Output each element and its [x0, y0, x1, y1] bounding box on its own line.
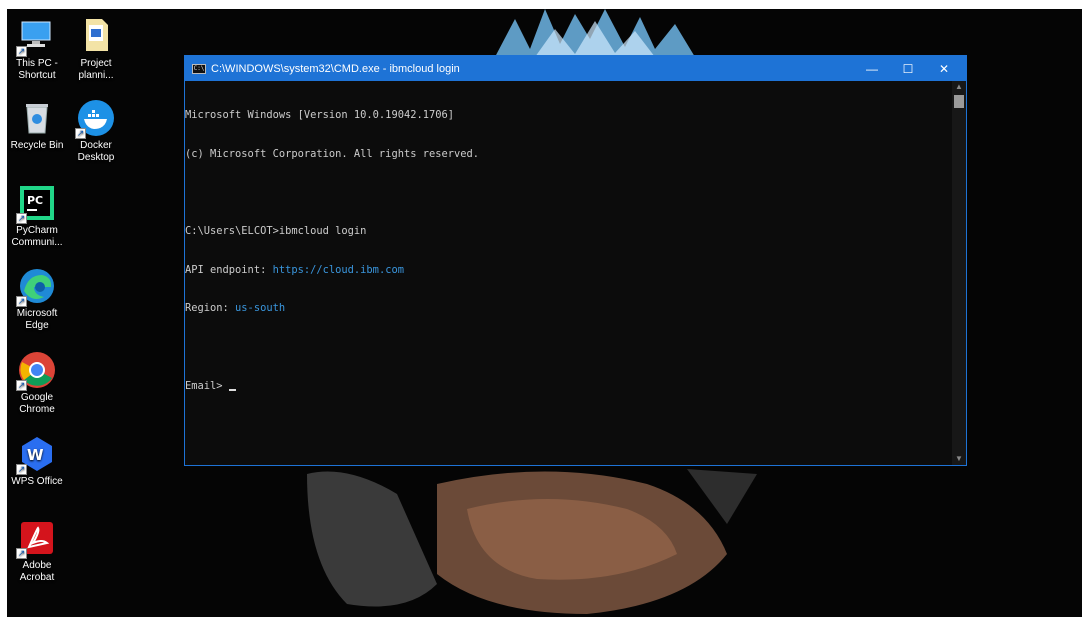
desktop-icon-pycharm[interactable]: PC ↗ PyCharm Communi...	[7, 184, 67, 249]
desktop-icon-label: Acrobat	[19, 572, 55, 583]
scroll-down-arrow-icon[interactable]: ▼	[952, 453, 966, 465]
desktop-icon-recycle-bin[interactable]: Recycle Bin	[7, 99, 67, 152]
cmd-window[interactable]: C:\ C:\WINDOWS\system32\CMD.exe - ibmclo…	[184, 55, 967, 466]
scrollbar-thumb[interactable]	[954, 95, 964, 108]
docker-icon: ↗	[75, 99, 115, 139]
desktop-icon-label: PyCharm	[16, 225, 58, 236]
document-icon	[77, 17, 115, 55]
vertical-scrollbar[interactable]: ▲ ▼	[952, 81, 966, 465]
window-titlebar[interactable]: C:\ C:\WINDOWS\system32\CMD.exe - ibmclo…	[185, 56, 966, 81]
api-endpoint-url: https://cloud.ibm.com	[272, 263, 404, 276]
desktop-icon-label: Adobe	[22, 560, 52, 571]
close-button[interactable]: ✕	[926, 56, 962, 81]
console-prompt-line[interactable]: Email>	[185, 380, 952, 393]
desktop-icon-label: planni...	[78, 70, 114, 81]
desktop-icon-label: Communi...	[11, 237, 63, 248]
console-line: C:\Users\ELCOT>ibmcloud login	[185, 224, 367, 237]
desktop-icon-label: This PC -	[16, 58, 58, 69]
edge-icon: ↗	[16, 267, 56, 307]
acrobat-icon: ↗	[16, 519, 56, 559]
desktop-icon-docker[interactable]: ↗ Docker Desktop	[66, 99, 126, 164]
console-line: API endpoint: https://cloud.ibm.com	[185, 263, 404, 276]
wallpaper-ice-art	[495, 9, 695, 57]
desktop-icon-label: Google	[20, 392, 54, 403]
desktop-icon-label: Recycle Bin	[10, 140, 64, 151]
console-line: (c) Microsoft Corporation. All rights re…	[185, 147, 480, 160]
desktop-icon-label: Docker	[80, 140, 112, 151]
pycharm-icon: PC ↗	[16, 184, 56, 224]
svg-text:W: W	[27, 446, 44, 464]
desktop-icon-label: Edge	[25, 320, 49, 331]
wallpaper-figure-art	[307, 469, 757, 614]
desktop-icon-wps-office[interactable]: W ↗ WPS Office	[7, 435, 67, 488]
console-line: Region: us-south	[185, 302, 286, 315]
chrome-icon: ↗	[16, 351, 56, 391]
desktop-icon-acrobat[interactable]: ↗ Adobe Acrobat	[7, 519, 67, 584]
console-output[interactable]: Microsoft Windows [Version 10.0.19042.17…	[185, 81, 952, 465]
monitor-icon: ↗	[16, 17, 56, 57]
cmd-app-icon: C:\	[192, 63, 206, 74]
desktop-icon-project-planning[interactable]: Project planni...	[66, 17, 126, 82]
desktop-icon-edge[interactable]: ↗ Microsoft Edge	[7, 267, 67, 332]
desktop-icon-label: Chrome	[19, 404, 55, 415]
maximize-button[interactable]: ☐	[890, 56, 926, 81]
desktop-icon-label: Project	[80, 58, 112, 69]
window-title: C:\WINDOWS\system32\CMD.exe - ibmcloud l…	[211, 62, 460, 75]
email-prompt: Email>	[185, 379, 229, 392]
minimize-button[interactable]: —	[854, 56, 890, 81]
desktop-icon-this-pc[interactable]: ↗ This PC - Shortcut	[7, 17, 67, 82]
scroll-up-arrow-icon[interactable]: ▲	[952, 81, 966, 93]
desktop-icon-label: Shortcut	[18, 70, 56, 81]
wps-office-icon: W ↗	[16, 435, 56, 475]
recycle-bin-icon	[18, 99, 56, 137]
svg-text:PC: PC	[27, 194, 43, 207]
desktop-icon-label: Desktop	[77, 152, 115, 163]
desktop-icon-chrome[interactable]: ↗ Google Chrome	[7, 351, 67, 416]
console-line: Microsoft Windows [Version 10.0.19042.17…	[185, 108, 454, 121]
region-value: us-south	[235, 302, 286, 315]
text-cursor	[228, 388, 236, 391]
desktop-icon-label: WPS Office	[11, 476, 63, 487]
desktop-icon-label: Microsoft	[16, 308, 58, 319]
